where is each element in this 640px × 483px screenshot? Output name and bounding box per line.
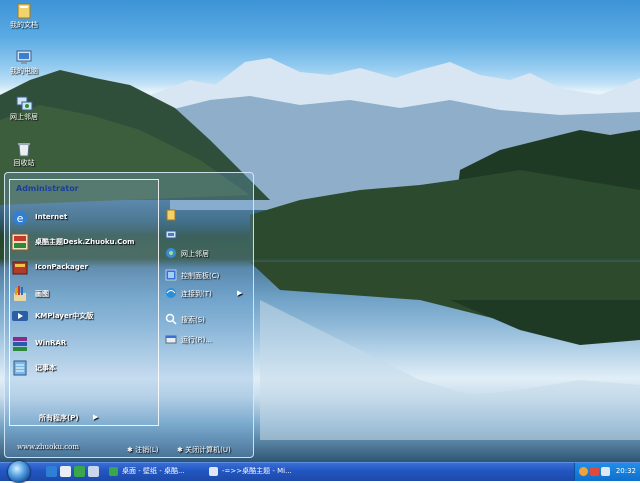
internet-explorer-icon: e [13,211,27,225]
program-label: 记事本 [35,364,56,372]
program-label: WinRAR [35,339,67,347]
shutdown-label: 关闭计算机(U) [185,446,231,454]
winrar-icon [13,337,27,351]
desktop-icon-network-places[interactable]: 网上邻居 [4,94,44,122]
my-documents-icon [166,209,176,221]
program-item-iconpackager[interactable]: IconPackager [9,259,149,279]
run-icon [165,335,177,344]
program-item-winrar[interactable]: WinRAR [9,335,149,355]
network-places-icon [16,96,33,111]
task-label: -=>>桌酷主题 - Mi... [222,467,292,475]
logoff-icon: ✱ [127,446,136,454]
program-item-zhuoku-theme[interactable]: 桌酷主题Desk.Zhuoku.Com [9,233,149,253]
desktop-icon-label: 网上邻居 [10,113,38,121]
recycle-bin-icon [18,143,30,157]
program-item-internet[interactable]: e Internet [9,209,149,229]
user-name: Administrator [16,184,79,193]
all-programs-button[interactable]: 所有程序(P) [39,413,79,423]
right-item-run[interactable]: 运行(R)... [165,333,250,349]
desktop-icon-my-computer[interactable]: 我的电脑 [4,48,44,76]
window-icon [209,467,218,476]
my-documents-icon [17,3,31,19]
desktop-icon-label: 我的文档 [10,21,38,29]
program-item-kmplayer[interactable]: KMPlayer中文版 [9,307,149,327]
shutdown-icon: ✱ [177,446,186,454]
zhuoku-theme-icon [11,233,29,251]
program-label: KMPlayer中文版 [35,312,94,320]
program-label: IconPackager [35,263,88,271]
taskbar-task-theme[interactable]: -=>>桌酷主题 - Mi... [206,464,302,479]
connect-to-arrow-icon: ▶ [237,289,243,297]
start-menu: Administrator e Internet 桌酷主题Desk.Zhuoku… [4,172,254,458]
tray-app-icon[interactable] [590,467,599,476]
program-label: Internet [35,213,68,221]
network-places-icon [166,248,176,258]
desktop-icon-recycle-bin[interactable]: 回收站 [4,140,44,168]
taskbar-task-wallpaper[interactable]: 桌面 - 壁纸 - 桌酷... [106,464,200,479]
right-item-search[interactable]: 搜索(S) [165,313,250,329]
connect-to-icon [166,288,176,298]
program-item-notepad[interactable]: 记事本 [9,359,149,379]
logoff-label: 注销(L) [135,446,159,454]
svg-text:e: e [17,212,24,225]
search-icon [165,313,177,325]
desktop-icon-my-documents[interactable]: 我的文档 [4,2,44,30]
right-item-label: 运行(R)... [181,336,213,344]
notepad-icon [13,360,27,376]
my-computer-icon [165,230,177,239]
task-label: 桌面 - 壁纸 - 桌酷... [122,467,185,475]
right-item-label: 网上邻居 [181,250,209,258]
right-item-label: 连接到(T) [181,290,212,298]
my-computer-icon [16,50,32,64]
right-item-my-computer[interactable] [165,229,250,245]
shutdown-button[interactable]: ✱ 关闭计算机(U) [177,445,231,455]
quicklaunch-ie-icon[interactable] [46,466,57,477]
system-tray: 20:32 [574,463,640,481]
all-programs-arrow-icon: ▶ [93,413,99,421]
right-item-control-panel[interactable]: 控制面板(C) [165,269,250,285]
quicklaunch-explorer-icon[interactable] [60,466,71,477]
right-item-label: 搜索(S) [181,316,205,324]
program-item-paint[interactable]: 画图 [9,285,149,305]
control-panel-icon [165,269,177,281]
right-item-network-places[interactable]: 网上邻居 [165,247,250,263]
clock[interactable]: 20:32 [616,467,636,475]
quicklaunch-media-icon[interactable] [74,466,85,477]
kmplayer-icon [12,311,28,321]
right-item-label: 控制面板(C) [181,272,220,280]
folder-window-icon [109,467,118,476]
tray-network-icon[interactable] [601,467,610,476]
quicklaunch-desktop-icon[interactable] [88,466,99,477]
logoff-button[interactable]: ✱ 注销(L) [127,445,158,455]
desktop-wallpaper: 我的文档 我的电脑 网上邻居 回收站 Administrator e Inter… [0,0,640,462]
program-label: 画图 [35,290,49,298]
footer-url: www.zhuoku.com [17,443,80,451]
tray-user-icon[interactable] [579,467,588,476]
iconpackager-icon [12,261,28,275]
desktop-icon-label: 我的电脑 [10,67,38,75]
program-label: 桌酷主题Desk.Zhuoku.Com [35,238,135,246]
right-item-my-documents[interactable] [165,209,250,225]
taskbar: 桌面 - 壁纸 - 桌酷... -=>>桌酷主题 - Mi... 20:32 [0,461,640,483]
paint-icon [14,286,26,301]
desktop-icon-label: 回收站 [13,159,35,167]
